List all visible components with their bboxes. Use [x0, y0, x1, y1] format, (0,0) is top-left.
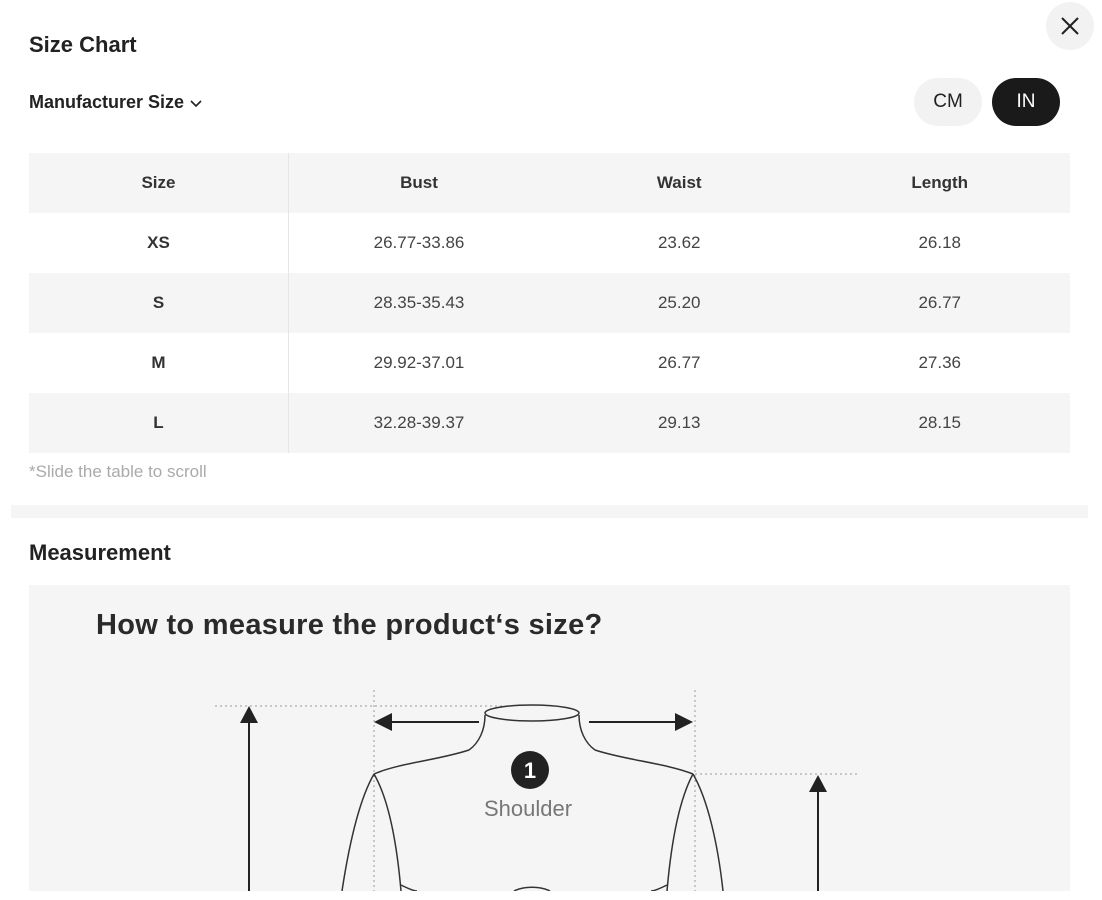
table-row: L 32.28-39.37 29.13 28.15 — [29, 393, 1070, 453]
size-cell: L — [29, 393, 289, 453]
bust-cell: 26.77-33.86 — [373, 233, 465, 252]
column-header-waist: Waist — [656, 173, 702, 192]
table-row: XS 26.77-33.86 23.62 26.18 — [29, 213, 1070, 273]
waist-cell: 23.62 — [657, 233, 701, 252]
size-cell: XS — [29, 213, 289, 273]
bust-cell: 29.92-37.01 — [373, 353, 465, 372]
size-chart-title: Size Chart — [29, 32, 137, 57]
marker-number: 1 — [524, 758, 536, 783]
close-icon — [1061, 17, 1079, 35]
manufacturer-size-dropdown[interactable]: Manufacturer Size — [29, 92, 203, 113]
shoulder-label: Shoulder — [484, 796, 573, 821]
column-header-bust: Bust — [400, 173, 438, 192]
length-cell: 26.18 — [918, 233, 962, 252]
waist-cell: 25.20 — [657, 293, 701, 312]
measurement-image: 1 How to measure the product‘s size? Sho… — [29, 585, 1070, 891]
column-header-length: Length — [911, 173, 969, 192]
size-cell: M — [29, 333, 289, 393]
measurement-title: Measurement — [29, 540, 171, 565]
waist-cell: 26.77 — [657, 353, 701, 372]
unit-cm-button[interactable]: CM — [914, 78, 982, 126]
table-row: S 28.35-35.43 25.20 26.77 — [29, 273, 1070, 333]
size-table[interactable]: Size Bust Waist Length XS 26.77-33.86 23… — [29, 153, 1070, 453]
length-cell: 27.36 — [918, 353, 962, 372]
waist-cell: 29.13 — [657, 413, 701, 432]
column-header-size: Size — [29, 153, 289, 213]
bust-cell: 28.35-35.43 — [373, 293, 465, 312]
chevron-down-icon — [190, 100, 202, 108]
close-button[interactable] — [1046, 2, 1094, 50]
table-row: M 29.92-37.01 26.77 27.36 — [29, 333, 1070, 393]
scroll-hint: *Slide the table to scroll — [29, 462, 207, 481]
unit-toggle: CM IN — [914, 78, 1060, 126]
manufacturer-size-label: Manufacturer Size — [29, 92, 185, 112]
length-cell: 28.15 — [918, 413, 962, 432]
length-cell: 26.77 — [918, 293, 962, 312]
measurement-heading: How to measure the product‘s size? — [96, 609, 603, 641]
size-cell: S — [29, 273, 289, 333]
section-divider — [11, 505, 1088, 518]
bust-cell: 32.28-39.37 — [373, 413, 465, 432]
table-header-row: Size Bust Waist Length — [29, 153, 1070, 213]
unit-in-button[interactable]: IN — [992, 78, 1060, 126]
